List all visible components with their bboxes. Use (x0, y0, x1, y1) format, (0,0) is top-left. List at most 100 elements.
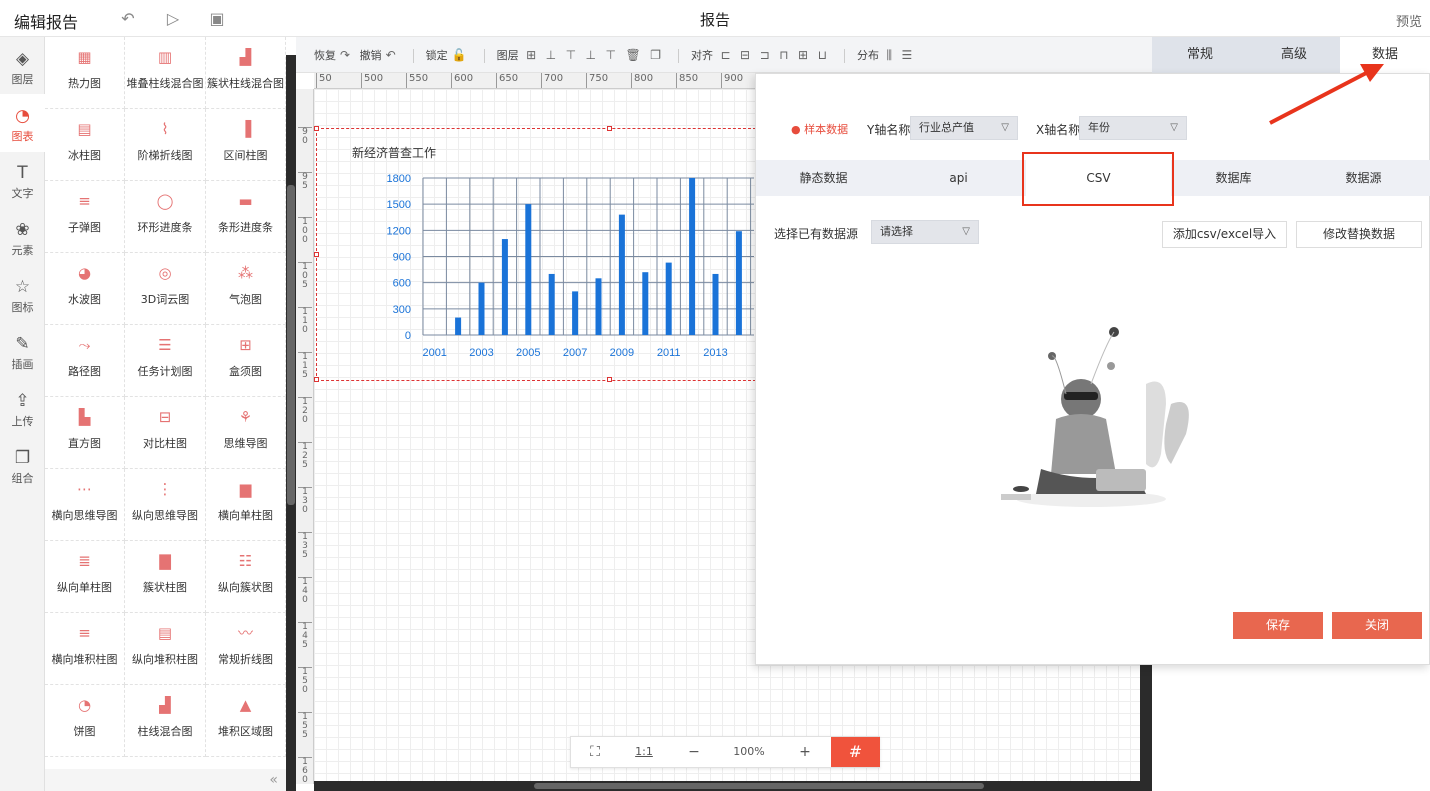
grid-toggle-icon[interactable]: # (831, 737, 880, 767)
palette-item-label: 柱线混合图 (137, 725, 193, 738)
align-bottom-icon[interactable]: ⊔ (818, 37, 827, 73)
chart-type-icon: ☰ (158, 336, 172, 354)
nav-item-star[interactable]: ☆ 图标 (0, 265, 45, 323)
palette-item[interactable]: ☷ 纵向簇状图 (206, 541, 286, 613)
palette-item[interactable]: ▇ 簇状柱图 (125, 541, 206, 613)
play-icon[interactable]: ▷ (163, 9, 183, 29)
y-axis-select[interactable]: 行业总产值 ▽ (910, 116, 1018, 140)
x-tick-label: 2011 (657, 347, 681, 359)
bring-up-icon[interactable]: ⊥ (546, 37, 556, 73)
tab-static-data[interactable]: 静态数据 (756, 160, 891, 196)
palette-item[interactable]: ⤳ 路径图 (45, 325, 125, 397)
align-right-icon[interactable]: ⊐ (760, 37, 770, 73)
undo-icon[interactable]: ↶ (118, 9, 138, 29)
add-csv-button[interactable]: 添加csv/excel导入 (1162, 221, 1287, 248)
redo-label[interactable]: 恢复 (314, 38, 336, 74)
existing-source-select[interactable]: 请选择 ▽ (871, 220, 979, 244)
zoom-out-button[interactable]: − (669, 737, 719, 767)
palette-item[interactable]: ▲ 堆积区域图 (206, 685, 286, 757)
palette-item[interactable]: ≣ 纵向单柱图 (45, 541, 125, 613)
align-middle-icon[interactable]: ⊞ (798, 37, 808, 73)
nav-item-chart[interactable]: ◔ 图表 (0, 94, 45, 152)
palette-item[interactable]: ◕ 水波图 (45, 253, 125, 325)
redo-icon[interactable]: ↷ (340, 37, 350, 73)
copy-icon[interactable]: ❐ (650, 37, 661, 73)
palette-item[interactable]: ⌇ 阶梯折线图 (125, 109, 206, 181)
actual-size-button[interactable]: 1:1 (619, 737, 669, 767)
zoom-in-button[interactable]: + (779, 737, 831, 767)
palette-item[interactable]: ▬ 条形进度条 (206, 181, 286, 253)
resize-handle[interactable] (314, 377, 319, 382)
palette-item[interactable]: ⋮ 纵向思维导图 (125, 469, 206, 541)
palette-scrollbar[interactable] (286, 55, 296, 791)
layer-tree-icon[interactable]: ⊞ (526, 37, 536, 73)
send-bottom-icon[interactable]: ⊤ (606, 37, 616, 73)
palette-item[interactable]: ▙ 直方图 (45, 397, 125, 469)
palette-item[interactable]: ⊟ 对比柱图 (125, 397, 206, 469)
nav-item-group[interactable]: ❐ 组合 (0, 436, 45, 494)
align-top-icon[interactable]: ⊓ (779, 37, 788, 73)
palette-item[interactable]: ≡ 子弹图 (45, 181, 125, 253)
lock-label[interactable]: 锁定 (426, 38, 448, 74)
palette-item-label: 横向思维导图 (51, 509, 118, 522)
palette-item-label: 横向堆积柱图 (51, 653, 118, 666)
save-button[interactable]: 保存 (1233, 612, 1323, 639)
collapse-palette-button[interactable]: « (45, 769, 286, 791)
send-down-icon[interactable]: ⊤ (566, 37, 576, 73)
resize-handle[interactable] (314, 126, 319, 131)
palette-item[interactable]: 〰常规折线图 (206, 613, 286, 685)
palette-item[interactable]: ▐ 区间柱图 (206, 109, 286, 181)
tab-api[interactable]: api (891, 160, 1026, 196)
tab-database[interactable]: 数据库 (1171, 160, 1296, 196)
palette-item[interactable]: ▦ 热力图 (45, 37, 125, 109)
palette-item[interactable]: ▤ 冰柱图 (45, 109, 125, 181)
nav-item-layers[interactable]: ◈ 图层 (0, 37, 45, 95)
upload-icon: ⇪ (15, 391, 30, 411)
palette-item[interactable]: ☰ 任务计划图 (125, 325, 206, 397)
palette-item[interactable]: ◯ 环形进度条 (125, 181, 206, 253)
nav-item-upload[interactable]: ⇪ 上传 (0, 379, 45, 437)
palette-item[interactable]: ▥ 堆叠柱线混合图 (125, 37, 206, 109)
align-center-h-icon[interactable]: ⊟ (740, 37, 750, 73)
tab-general[interactable]: 常规 (1152, 37, 1248, 73)
palette-item[interactable]: ◎ 3D词云图 (125, 253, 206, 325)
bar-chart: 0 300 600 900 1200 1500 1800 2001 2003 2005 2007 20… (387, 173, 754, 359)
undo-label[interactable]: 撤销 (360, 38, 382, 74)
palette-item[interactable]: ▆ 横向单柱图 (206, 469, 286, 541)
palette-item[interactable]: ▤ 纵向堆积柱图 (125, 613, 206, 685)
top-bar: 编辑报告 ↶ ▷ ▣ 报告 预览 (0, 0, 1430, 37)
palette-item[interactable]: ≡ 横向堆积柱图 (45, 613, 125, 685)
close-button[interactable]: 关闭 (1332, 612, 1422, 639)
palette-item[interactable]: ⚘ 思维导图 (206, 397, 286, 469)
preview-button[interactable]: 预览 (1396, 11, 1422, 30)
replace-data-button[interactable]: 修改替换数据 (1296, 221, 1422, 248)
delete-icon[interactable]: 🗑 (625, 37, 640, 73)
palette-item[interactable]: ▟ 簇状柱线混合图 (206, 37, 286, 109)
undo-icon[interactable]: ↶ (386, 37, 396, 73)
align-label: 对齐 (690, 49, 713, 62)
nav-item-element[interactable]: ❀ 元素 (0, 208, 45, 266)
nav-item-palette[interactable]: ✎ 插画 (0, 322, 45, 380)
fit-screen-icon[interactable]: ⛶ (571, 737, 619, 767)
x-axis-select[interactable]: 年份 ▽ (1079, 116, 1187, 140)
distribute-v-icon[interactable]: ☰ (901, 37, 912, 73)
ruler-tick: 1 3 0 (298, 487, 312, 515)
palette-item[interactable]: ⋯ 横向思维导图 (45, 469, 125, 541)
nav-label: 上传 (11, 415, 34, 428)
palette-item[interactable]: ▟ 柱线混合图 (125, 685, 206, 757)
canvas-bottom-scrollbar[interactable] (314, 781, 1140, 791)
nav-item-text[interactable]: T 文字 (0, 151, 45, 209)
save-icon[interactable]: ▣ (207, 9, 227, 29)
palette-item[interactable]: ⊞ 盒须图 (206, 325, 286, 397)
resize-handle[interactable] (607, 377, 612, 382)
lock-icon[interactable]: 🔓 (452, 37, 467, 73)
palette-item[interactable]: ⁂ 气泡图 (206, 253, 286, 325)
align-left-icon[interactable]: ⊏ (720, 37, 730, 73)
bring-top-icon[interactable]: ⊥ (586, 37, 596, 73)
nav-label: 图层 (11, 73, 34, 86)
resize-handle[interactable] (607, 126, 612, 131)
distribute-h-icon[interactable]: ⫼ (886, 37, 892, 73)
bar (618, 214, 625, 335)
tab-datasource[interactable]: 数据源 (1296, 160, 1430, 196)
palette-item[interactable]: ◔ 饼图 (45, 685, 125, 757)
